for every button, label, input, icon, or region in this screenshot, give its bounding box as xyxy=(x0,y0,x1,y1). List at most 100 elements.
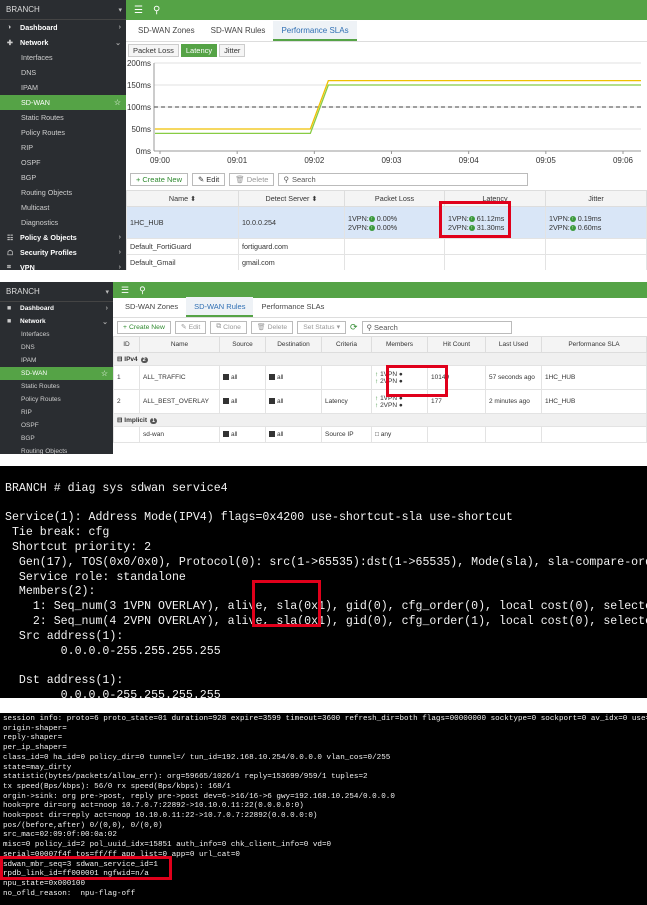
refresh-icon[interactable]: ⟳ xyxy=(350,322,358,333)
table-row[interactable]: Default_Gmail gmail.com xyxy=(126,254,647,270)
sidebar-item-ospf[interactable]: OSPF xyxy=(0,419,113,432)
tab-sd-wan-rules[interactable]: SD-WAN Rules xyxy=(203,21,274,41)
create-new-button[interactable]: + Create New xyxy=(117,320,171,334)
search-input[interactable]: ⚲ Search xyxy=(278,172,529,186)
terminal-line: tx speed(Bps/kbps): 56/0 rx speed(Bps/kb… xyxy=(3,782,231,791)
edit-button[interactable]: ✎ Edit xyxy=(192,172,226,186)
search-icon: ⚲ xyxy=(283,174,289,184)
menu-icon[interactable]: ☰ xyxy=(134,5,143,16)
sidebar-item-bgp[interactable]: BGP xyxy=(0,170,126,185)
sidebar-item-policy-routes[interactable]: Policy Routes xyxy=(0,125,126,140)
subtab-packet-loss[interactable]: Packet Loss xyxy=(128,44,179,57)
search-input[interactable]: ⚲ Search xyxy=(361,320,512,334)
column-header-jitter[interactable]: Jitter xyxy=(545,190,647,207)
tab-sd-wan-zones[interactable]: SD-WAN Zones xyxy=(130,21,203,41)
create-new-button[interactable]: + Create New xyxy=(130,172,188,186)
table-row[interactable]: 2 ALL_BEST_OVERLAY all all Latency ↑ 1VPN ● ↑ … xyxy=(113,389,647,414)
column-header-destination[interactable]: Destination xyxy=(265,336,322,353)
sidebar-item-multicast[interactable]: Multicast xyxy=(0,200,126,215)
trash-icon: 🗑 xyxy=(235,174,245,184)
column-header-members[interactable]: Members xyxy=(371,336,428,353)
sidebar-item-security-profiles[interactable]: ☖ Security Profiles › xyxy=(0,245,126,260)
chevron-right-icon: › xyxy=(118,24,121,31)
chevron-down-icon: ▾ xyxy=(118,6,122,14)
sidebar-item-dns[interactable]: DNS xyxy=(0,341,113,354)
sidebar-item-diagnostics[interactable]: Diagnostics xyxy=(0,215,126,230)
sidebar-item-rip[interactable]: RIP xyxy=(0,140,126,155)
favorite-star-icon[interactable]: ☆ xyxy=(101,369,108,378)
sidebar-item-routing-objects[interactable]: Routing Objects xyxy=(0,445,113,454)
column-header-packet-loss[interactable]: Packet Loss xyxy=(344,190,445,207)
sidebar-item-ipam[interactable]: IPAM xyxy=(0,354,113,367)
metric-cell-jit: 1VPN: ↑ 0.19ms 2VPN: ↑ 0.60ms xyxy=(545,206,647,239)
sidebar-item-label: Multicast xyxy=(21,203,50,212)
sidebar-item-label: Static Routes xyxy=(21,113,64,122)
sidebar-item-ospf[interactable]: OSPF xyxy=(0,155,126,170)
sidebar-item-dashboard[interactable]: ◑ Dashboard › xyxy=(0,20,126,35)
sidebar-item-sd-wan[interactable]: SD-WAN ☆ xyxy=(0,367,113,380)
series-line-0 xyxy=(155,79,641,130)
hit-count xyxy=(427,426,486,443)
subtab-jitter[interactable]: Jitter xyxy=(219,44,246,57)
sidebar-item-static-routes[interactable]: Static Routes xyxy=(0,110,126,125)
column-header-name[interactable]: Name ⬍ xyxy=(126,190,239,207)
sidebar-item-label: Security Profiles xyxy=(20,248,77,257)
sidebar-item-sd-wan[interactable]: SD-WAN ☆ xyxy=(0,95,126,110)
column-header-source[interactable]: Source xyxy=(219,336,266,353)
menu-icon[interactable]: ☰ xyxy=(121,285,129,296)
sidebar-item-vpn[interactable]: ⌗ VPN › xyxy=(0,260,126,270)
rule-id: 2 xyxy=(113,389,140,414)
device-selector[interactable]: BRANCH ▾ xyxy=(0,282,113,302)
terminal-line: Dst address(1): xyxy=(5,674,124,688)
metric-cell-lat xyxy=(444,238,546,255)
column-header-criteria[interactable]: Criteria xyxy=(321,336,372,353)
delete-button[interactable]: 🗑 Delete xyxy=(250,320,294,334)
delete-button[interactable]: 🗑 Delete xyxy=(229,172,275,186)
sidebar-item-policy-routes[interactable]: Policy Routes xyxy=(0,393,113,406)
sidebar-item-dashboard[interactable]: ■ Dashboard › xyxy=(0,302,113,315)
column-header-hit-count[interactable]: Hit Count xyxy=(427,336,486,353)
sidebar-item-interfaces[interactable]: Interfaces xyxy=(0,328,113,341)
table-row[interactable]: Default_FortiGuard fortiguard.com xyxy=(126,238,647,255)
sidebar-item-network[interactable]: ■ Network ⌄ xyxy=(0,315,113,328)
sidebar-item-policy-objects[interactable]: ☷ Policy & Objects › xyxy=(0,230,126,245)
sidebar-item-network[interactable]: ✚ Network ⌄ xyxy=(0,35,126,50)
sidebar-item-bgp[interactable]: BGP xyxy=(0,432,113,445)
column-header-name[interactable]: Name xyxy=(139,336,220,353)
tab-performance-slas[interactable]: Performance SLAs xyxy=(253,297,332,317)
group-implicit[interactable]: ⊟ Implicit 1 xyxy=(113,413,647,427)
sidebar-item-rip[interactable]: RIP xyxy=(0,406,113,419)
tab-performance-slas[interactable]: Performance SLAs xyxy=(273,21,357,41)
sidebar-item-interfaces[interactable]: Interfaces xyxy=(0,50,126,65)
sidebar-item-static-routes[interactable]: Static Routes xyxy=(0,380,113,393)
search-icon[interactable]: ⚲ xyxy=(139,285,146,296)
set-status-button[interactable]: Set Status ▾ xyxy=(297,320,346,334)
favorite-star-icon[interactable]: ☆ xyxy=(114,98,121,107)
sidebar-item-ipam[interactable]: IPAM xyxy=(0,80,126,95)
terminal-line: 0.0.0.0-255.255.255.255 xyxy=(5,644,221,658)
device-selector[interactable]: BRANCH ▾ xyxy=(0,0,126,20)
column-header-detect-server[interactable]: Detect Server ⬍ xyxy=(238,190,345,207)
column-header-performance-sla[interactable]: Performance SLA xyxy=(541,336,647,353)
search-icon[interactable]: ⚲ xyxy=(153,5,160,16)
column-header-last-used[interactable]: Last Used xyxy=(485,336,542,353)
rule-dst: all xyxy=(265,365,322,390)
column-header-id[interactable]: ID xyxy=(113,336,140,353)
terminal-line: BRANCH # diag sys sdwan service4 xyxy=(5,481,228,495)
table-header: ID Name Source Destination Criteria Members Hi… xyxy=(113,336,647,353)
clone-button[interactable]: ⧉ Clone xyxy=(210,320,247,334)
tab-sd-wan-zones[interactable]: SD-WAN Zones xyxy=(117,297,186,317)
table-row[interactable]: 1HC_HUB 10.0.0.254 1VPN: ↑ 0.00% 2VPN: ↑ 0.00… xyxy=(126,206,647,239)
sidebar-item-routing-objects[interactable]: Routing Objects xyxy=(0,185,126,200)
metric-tabs: Packet Loss Latency Jitter xyxy=(126,42,647,59)
table-row[interactable]: 1 ALL_TRAFFIC all all ↑ 1VPN ● ↑ 2VPN ● 10149 5… xyxy=(113,365,647,390)
table-row[interactable]: sd-wan all all Source IP □ any xyxy=(113,426,647,443)
pencil-icon: ✎ xyxy=(180,324,187,331)
sla-panel: BRANCH ▾ ◑ Dashboard › ✚ Network ⌄ Interfaces DNS… xyxy=(0,0,647,270)
subtab-latency[interactable]: Latency xyxy=(180,44,218,57)
edit-button[interactable]: ✎ Edit xyxy=(174,320,207,334)
member-entry: □ any xyxy=(375,431,392,438)
tab-sd-wan-rules[interactable]: SD-WAN Rules xyxy=(186,297,254,317)
group-ipv4[interactable]: ⊟ IPv4 2 xyxy=(113,352,647,366)
sidebar-item-dns[interactable]: DNS xyxy=(0,65,126,80)
